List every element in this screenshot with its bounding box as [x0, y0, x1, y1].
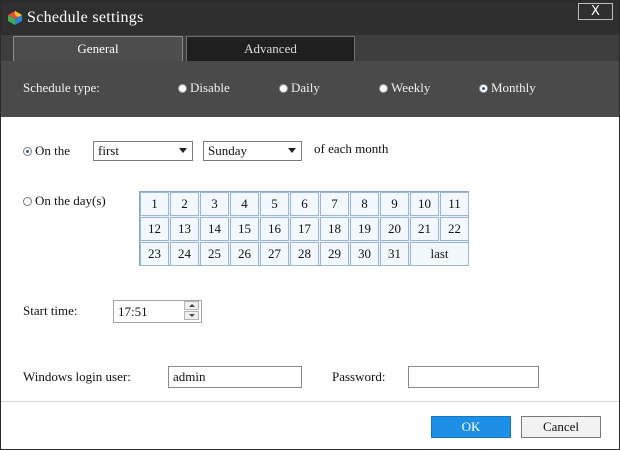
- cancel-button[interactable]: Cancel: [521, 416, 601, 438]
- day-cell[interactable]: 2: [170, 192, 199, 216]
- tab-strip: General Advanced: [1, 35, 619, 61]
- day-cell[interactable]: 14: [200, 217, 229, 241]
- schedule-type-label: Schedule type:: [23, 80, 100, 95]
- day-cell[interactable]: 31: [380, 242, 409, 266]
- windows-login-user-value: admin: [173, 369, 206, 384]
- radio-dot-selected-icon: [479, 83, 488, 93]
- arrow-down-icon: [188, 314, 195, 317]
- of-each-month-label: of each month: [314, 141, 389, 156]
- schedule-type-daily-radio[interactable]: Daily: [279, 80, 320, 96]
- day-cell[interactable]: 25: [200, 242, 229, 266]
- tab-advanced[interactable]: Advanced: [186, 36, 355, 61]
- start-time-value: 17:51: [118, 303, 148, 319]
- day-cell[interactable]: 28: [290, 242, 319, 266]
- day-cell[interactable]: 4: [230, 192, 259, 216]
- radio-dot-icon: [379, 83, 388, 93]
- day-cell[interactable]: 1: [140, 192, 169, 216]
- weekday-select[interactable]: Sunday: [203, 141, 302, 161]
- day-cell[interactable]: 22: [440, 217, 469, 241]
- schedule-type-weekly-label: Weekly: [391, 80, 431, 95]
- tab-general[interactable]: General: [13, 36, 183, 61]
- footer-divider: [1, 401, 619, 402]
- spin-up-button[interactable]: [184, 301, 199, 310]
- day-cell[interactable]: 19: [350, 217, 379, 241]
- day-cell[interactable]: 9: [380, 192, 409, 216]
- start-time-label: Start time:: [23, 303, 78, 318]
- ordinal-select-value: first: [98, 143, 119, 158]
- radio-dot-icon: [178, 83, 187, 93]
- schedule-type-disable-radio[interactable]: Disable: [178, 80, 230, 96]
- day-cell[interactable]: 26: [230, 242, 259, 266]
- app-logo-icon: [8, 11, 22, 25]
- schedule-type-weekly-radio[interactable]: Weekly: [379, 80, 430, 96]
- day-cell[interactable]: 21: [410, 217, 439, 241]
- radio-dot-selected-icon: [23, 146, 32, 156]
- day-cell[interactable]: 20: [380, 217, 409, 241]
- on-the-label: On the: [35, 143, 71, 158]
- windows-login-user-label: Windows login user:: [23, 369, 131, 384]
- day-cell[interactable]: 7: [320, 192, 349, 216]
- day-grid: 1 2 3 4 5 6 7 8 9 10 11 12 13 14 15 16 17 18 19 20 21 22 23 24 2…: [139, 191, 469, 266]
- start-time-spinner[interactable]: [184, 301, 201, 321]
- spin-down-button[interactable]: [184, 311, 199, 320]
- schedule-type-bar: Schedule type: Disable Daily Weekly Mont…: [1, 61, 619, 117]
- day-cell[interactable]: 17: [290, 217, 319, 241]
- day-cell[interactable]: 29: [320, 242, 349, 266]
- chevron-down-icon: [179, 148, 187, 153]
- arrow-up-icon: [188, 304, 195, 307]
- day-cell[interactable]: 30: [350, 242, 379, 266]
- password-input[interactable]: [408, 366, 539, 388]
- day-cell[interactable]: 27: [260, 242, 289, 266]
- schedule-type-daily-label: Daily: [291, 80, 320, 95]
- title-bar: Schedule settings X: [1, 1, 619, 35]
- chevron-down-icon: [288, 148, 296, 153]
- day-cell[interactable]: 23: [140, 242, 169, 266]
- schedule-type-monthly-label: Monthly: [491, 80, 536, 95]
- on-days-label: On the day(s): [35, 193, 106, 208]
- day-cell[interactable]: 6: [290, 192, 319, 216]
- windows-login-user-input[interactable]: admin: [168, 366, 302, 388]
- day-cell[interactable]: 8: [350, 192, 379, 216]
- schedule-type-monthly-radio[interactable]: Monthly: [479, 80, 536, 96]
- close-button[interactable]: X: [578, 3, 613, 20]
- day-cell-last[interactable]: last: [410, 242, 469, 266]
- day-cell[interactable]: 24: [170, 242, 199, 266]
- day-cell[interactable]: 18: [320, 217, 349, 241]
- day-cell[interactable]: 13: [170, 217, 199, 241]
- day-cell[interactable]: 16: [260, 217, 289, 241]
- schedule-type-disable-label: Disable: [190, 80, 230, 95]
- password-label: Password:: [332, 369, 386, 384]
- day-cell[interactable]: 10: [410, 192, 439, 216]
- radio-dot-icon: [279, 83, 288, 93]
- schedule-settings-dialog: Schedule settings X General Advanced Sch…: [0, 0, 620, 450]
- radio-dot-icon: [23, 196, 32, 206]
- day-cell[interactable]: 15: [230, 217, 259, 241]
- ordinal-select[interactable]: first: [93, 141, 193, 161]
- weekday-select-value: Sunday: [208, 143, 247, 158]
- day-cell[interactable]: 12: [140, 217, 169, 241]
- day-cell[interactable]: 5: [260, 192, 289, 216]
- close-icon: X: [591, 4, 600, 19]
- ok-button[interactable]: OK: [431, 416, 511, 438]
- day-cell[interactable]: 11: [440, 192, 469, 216]
- on-days-radio[interactable]: On the day(s): [23, 193, 106, 209]
- day-cell[interactable]: 3: [200, 192, 229, 216]
- window-title: Schedule settings: [27, 9, 144, 26]
- on-the-radio[interactable]: On the: [23, 143, 70, 159]
